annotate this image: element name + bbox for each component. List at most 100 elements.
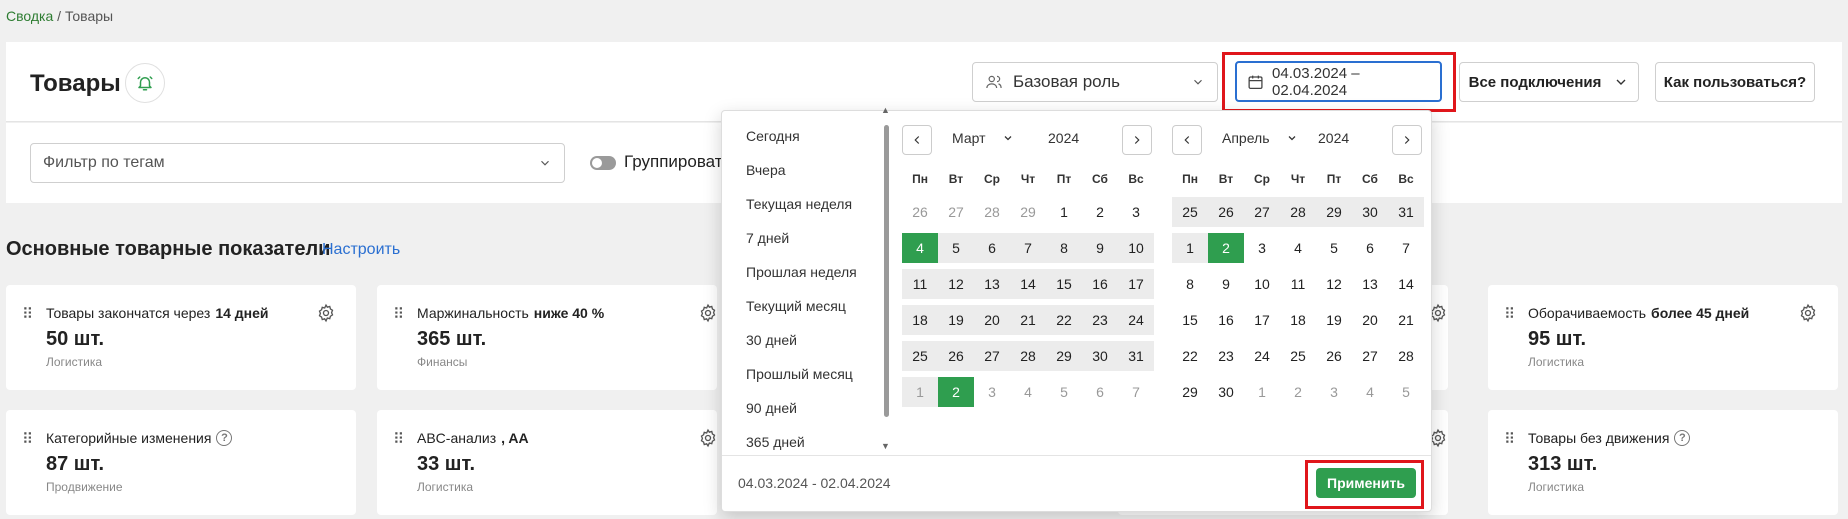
calendar-day[interactable]: 17 <box>1244 305 1280 335</box>
calendar-day[interactable]: 7 <box>1118 377 1154 407</box>
calendar-day[interactable]: 31 <box>1388 197 1424 227</box>
calendar-day[interactable]: 21 <box>1388 305 1424 335</box>
scroll-down-arrow-icon[interactable]: ▼ <box>881 441 890 451</box>
calendar-day[interactable]: 29 <box>1316 197 1352 227</box>
metric-card[interactable]: ⠿ Товары закончатся через 14 дней 50 шт. … <box>6 285 356 390</box>
calendar-day[interactable]: 22 <box>1046 305 1082 335</box>
calendar-day[interactable]: 30 <box>1352 197 1388 227</box>
calendar-day[interactable]: 15 <box>1046 269 1082 299</box>
gear-icon[interactable] <box>316 303 336 323</box>
calendar-day[interactable]: 30 <box>1082 341 1118 371</box>
calendar-day[interactable]: 25 <box>902 341 938 371</box>
calendar-day[interactable]: 4 <box>1352 377 1388 407</box>
connections-select[interactable]: Все подключения <box>1459 62 1639 102</box>
calendar-day[interactable]: 22 <box>1172 341 1208 371</box>
drag-handle-icon[interactable]: ⠿ <box>1504 305 1515 323</box>
calendar-day[interactable]: 19 <box>938 305 974 335</box>
calendar-day[interactable]: 3 <box>1118 197 1154 227</box>
preset-item[interactable]: Текущая неделя <box>722 187 882 221</box>
preset-item[interactable]: Текущий месяц <box>722 289 882 323</box>
calendar-day[interactable]: 13 <box>974 269 1010 299</box>
tag-filter-select[interactable]: Фильтр по тегам <box>30 143 565 183</box>
calendar-day[interactable]: 28 <box>1010 341 1046 371</box>
calendar-day[interactable]: 29 <box>1046 341 1082 371</box>
calendar-day[interactable]: 4 <box>1010 377 1046 407</box>
calendar-day[interactable]: 20 <box>974 305 1010 335</box>
calendar-day[interactable]: 26 <box>938 341 974 371</box>
calendar-day[interactable]: 17 <box>1118 269 1154 299</box>
calendar-day[interactable]: 6 <box>1082 377 1118 407</box>
notifications-button[interactable] <box>125 63 165 103</box>
calendar-day[interactable]: 25 <box>1280 341 1316 371</box>
year-input[interactable]: 2024 <box>1318 130 1349 146</box>
calendar-day[interactable]: 7 <box>1010 233 1046 263</box>
calendar-day[interactable]: 29 <box>1172 377 1208 407</box>
drag-handle-icon[interactable]: ⠿ <box>393 305 404 323</box>
calendar-day[interactable]: 5 <box>1388 377 1424 407</box>
calendar-day[interactable]: 24 <box>1118 305 1154 335</box>
calendar-day[interactable]: 5 <box>938 233 974 263</box>
calendar-day[interactable]: 4 <box>902 233 938 263</box>
prev-month-button[interactable] <box>1172 125 1202 155</box>
calendar-day[interactable]: 27 <box>974 341 1010 371</box>
calendar-day[interactable]: 26 <box>902 197 938 227</box>
help-icon[interactable]: ? <box>1674 430 1691 446</box>
preset-item[interactable]: Вчера <box>722 153 882 187</box>
metric-card[interactable]: ⠿ Маржинальность ниже 40 % 365 шт. Финанс… <box>377 285 717 390</box>
calendar-day[interactable]: 11 <box>902 269 938 299</box>
calendar-day[interactable]: 28 <box>1280 197 1316 227</box>
calendar-day[interactable]: 25 <box>1172 197 1208 227</box>
preset-item[interactable]: 7 дней <box>722 221 882 255</box>
breadcrumb-link-summary[interactable]: Сводка <box>6 8 53 24</box>
calendar-day[interactable]: 10 <box>1244 269 1280 299</box>
how-to-use-button[interactable]: Как пользоваться? <box>1655 62 1815 102</box>
date-range-input[interactable]: 04.03.2024 – 02.04.2024 <box>1235 61 1442 102</box>
calendar-day[interactable]: 27 <box>938 197 974 227</box>
calendar-day[interactable]: 26 <box>1316 341 1352 371</box>
calendar-day[interactable]: 9 <box>1208 269 1244 299</box>
drag-handle-icon[interactable]: ⠿ <box>393 430 404 448</box>
metric-card[interactable]: ⠿ ABC-анализ, AA 33 шт. Логистика <box>377 410 717 515</box>
calendar-day[interactable]: 1 <box>1244 377 1280 407</box>
configure-link[interactable]: Настроить <box>322 241 400 259</box>
calendar-day[interactable]: 23 <box>1208 341 1244 371</box>
calendar-day[interactable]: 27 <box>1244 197 1280 227</box>
calendar-day[interactable]: 5 <box>1046 377 1082 407</box>
calendar-day[interactable]: 1 <box>902 377 938 407</box>
calendar-day[interactable]: 8 <box>1046 233 1082 263</box>
metric-card[interactable]: ⠿ Категорийные изменения? 87 шт. Продвиж… <box>6 410 356 515</box>
calendar-day[interactable]: 12 <box>1316 269 1352 299</box>
calendar-day[interactable]: 16 <box>1082 269 1118 299</box>
calendar-day[interactable]: 14 <box>1010 269 1046 299</box>
calendar-day[interactable]: 30 <box>1208 377 1244 407</box>
metric-card[interactable]: ⠿ Оборачиваемость более 45 дней 95 шт. Ло… <box>1488 285 1838 390</box>
gear-icon[interactable] <box>698 303 718 323</box>
calendar-day[interactable]: 19 <box>1316 305 1352 335</box>
month-select[interactable]: Апрель <box>1222 130 1298 146</box>
calendar-day[interactable]: 9 <box>1082 233 1118 263</box>
calendar-day[interactable]: 28 <box>1388 341 1424 371</box>
preset-item[interactable]: Прошлый месяц <box>722 357 882 391</box>
drag-handle-icon[interactable]: ⠿ <box>1504 430 1515 448</box>
month-select[interactable]: Март <box>952 130 1014 146</box>
calendar-day[interactable]: 2 <box>938 377 974 407</box>
calendar-day[interactable]: 5 <box>1316 233 1352 263</box>
calendar-day[interactable]: 3 <box>974 377 1010 407</box>
calendar-day[interactable]: 2 <box>1082 197 1118 227</box>
calendar-day[interactable]: 6 <box>974 233 1010 263</box>
next-month-button[interactable] <box>1392 125 1422 155</box>
gear-icon[interactable] <box>698 428 718 448</box>
calendar-day[interactable]: 18 <box>902 305 938 335</box>
group-toggle[interactable] <box>590 156 616 170</box>
role-select[interactable]: Базовая роль <box>972 62 1218 102</box>
preset-item[interactable]: 365 дней <box>722 425 882 459</box>
scroll-up-arrow-icon[interactable]: ▲ <box>881 105 890 115</box>
calendar-day[interactable]: 1 <box>1172 233 1208 263</box>
calendar-day[interactable]: 18 <box>1280 305 1316 335</box>
calendar-day[interactable]: 26 <box>1208 197 1244 227</box>
help-icon[interactable]: ? <box>216 430 233 446</box>
apply-button[interactable]: Применить <box>1316 468 1416 498</box>
calendar-day[interactable]: 27 <box>1352 341 1388 371</box>
calendar-day[interactable]: 15 <box>1172 305 1208 335</box>
calendar-day[interactable]: 10 <box>1118 233 1154 263</box>
